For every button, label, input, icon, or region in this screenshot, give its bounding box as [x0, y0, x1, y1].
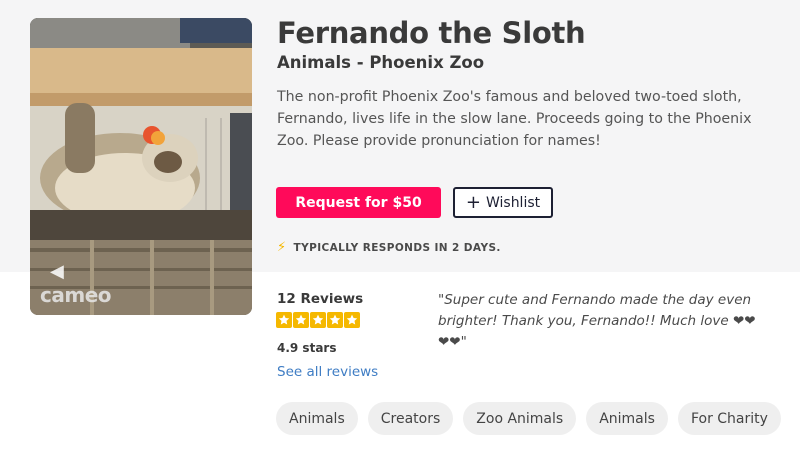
- plus-icon: +: [465, 191, 481, 213]
- star-icon: [293, 312, 309, 328]
- cameo-watermark: cameo: [40, 283, 112, 307]
- profile-category: Animals - Phoenix Zoo: [277, 53, 485, 72]
- tag-chip[interactable]: Animals: [276, 402, 358, 435]
- star-rating: [276, 312, 360, 328]
- tag-chip[interactable]: Zoo Animals: [463, 402, 577, 435]
- wishlist-button[interactable]: + Wishlist: [453, 187, 553, 218]
- featured-review-quote: "Super cute and Fernando made the day ev…: [438, 292, 756, 350]
- tag-chip[interactable]: Animals: [586, 402, 668, 435]
- speaker-icon[interactable]: ◀: [50, 261, 64, 282]
- profile-video-thumbnail[interactable]: ◀ cameo: [30, 18, 252, 315]
- profile-name: Fernando the Sloth: [277, 16, 586, 50]
- see-all-reviews-link[interactable]: See all reviews: [277, 364, 378, 380]
- tag-chip[interactable]: Creators: [367, 402, 454, 435]
- star-icon: [344, 312, 360, 328]
- star-icon: [276, 312, 292, 328]
- request-button[interactable]: Request for $50: [276, 187, 441, 218]
- response-time-text: TYPICALLY RESPONDS IN 2 DAYS.: [293, 241, 501, 254]
- rating-value: 4.9 stars: [277, 341, 337, 355]
- tag-list: Animals Creators Zoo Animals Animals For…: [276, 402, 781, 435]
- wishlist-label: Wishlist: [485, 194, 541, 211]
- star-icon: [310, 312, 326, 328]
- star-icon: [327, 312, 343, 328]
- lightning-icon: ⚡: [277, 240, 287, 255]
- response-time: ⚡ TYPICALLY RESPONDS IN 2 DAYS.: [277, 240, 501, 255]
- profile-description: The non-profit Phoenix Zoo's famous and …: [277, 89, 752, 149]
- tag-chip[interactable]: For Charity: [677, 402, 781, 435]
- reviews-count: 12 Reviews: [277, 291, 364, 307]
